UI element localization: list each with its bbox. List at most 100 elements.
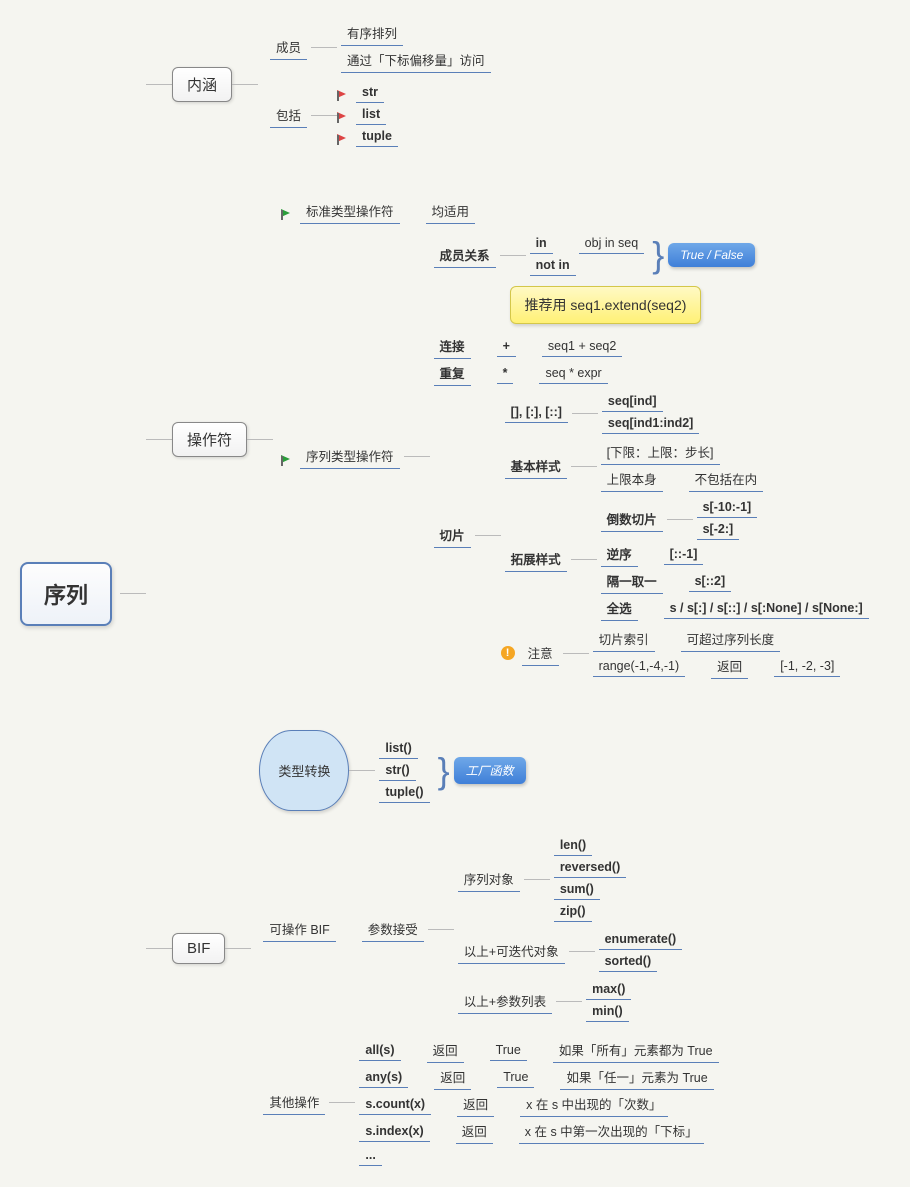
all-expr: s / s[:] / s[::] / s[:None] / s[None:]: [664, 599, 869, 619]
brace-icon: }: [652, 246, 664, 264]
typeconv-bubble: 类型转换: [259, 730, 349, 811]
branch-operators: 操作符 标准类型操作符 均适用 序列类型操作符 成员关系: [146, 198, 873, 680]
fn-len: len(): [554, 836, 592, 856]
other-ops-label: 其他操作: [263, 1090, 325, 1115]
basic-style-label: 基本样式: [505, 454, 567, 479]
other-op-row: ...: [355, 1146, 722, 1166]
upper-note: 不包括在内: [689, 467, 764, 492]
op-bif-label: 可操作 BIF: [263, 917, 335, 942]
other-op-desc: 如果「所有」元素都为 True: [553, 1038, 719, 1063]
member-subscript: 通过「下标偏移量」访问: [341, 48, 491, 73]
param-accept-label: 参数接受: [362, 917, 424, 942]
other-op-val: True: [490, 1041, 527, 1061]
flag-icon: [337, 131, 349, 143]
callout-recommend: 推荐用 seq1.extend(seq2): [510, 286, 702, 324]
other-op-desc: x 在 s 中出现的「次数」: [520, 1092, 667, 1117]
fn-enumerate: enumerate(): [599, 930, 683, 950]
other-op-val: True: [497, 1068, 534, 1088]
brace-icon: }: [438, 762, 450, 780]
other-op-desc: x 在 s 中第一次出现的「下标」: [519, 1119, 704, 1144]
fn-min: min(): [586, 1002, 629, 1022]
warn1a: 切片索引: [593, 627, 655, 652]
callout-truefalse: True / False: [668, 243, 755, 267]
other-op-name: s.index(x): [359, 1122, 429, 1142]
flag-icon: [281, 206, 293, 218]
concat-expr: seq1 + seq2: [542, 337, 622, 357]
typeconv-tuple: tuple(): [379, 783, 429, 803]
slice-label: 切片: [434, 523, 471, 548]
neg-slice-label: 倒数切片: [601, 507, 663, 532]
warn1b: 可超过序列长度: [681, 627, 781, 652]
mindmap-root: 序列 内涵 成员 有序排列 通过「下标偏移量」访问 包括: [20, 20, 890, 1167]
fn-max: max(): [586, 980, 631, 1000]
other-op-ret: 返回: [457, 1092, 494, 1117]
repeat-expr: seq * expr: [539, 364, 607, 384]
std-op-note: 均适用: [426, 199, 476, 224]
flag-icon: [337, 109, 349, 121]
topic-operators[interactable]: 操作符: [172, 422, 247, 457]
fn-reversed: reversed(): [554, 858, 626, 878]
topic-connotation[interactable]: 内涵: [172, 67, 232, 102]
topic-bif[interactable]: BIF: [172, 933, 225, 964]
other-op-row: s.count(x) 返回 x 在 s 中出现的「次数」: [355, 1092, 722, 1117]
member-rel-label: 成员关系: [434, 243, 496, 268]
warn2c: [-1, -2, -3]: [774, 657, 840, 677]
iter-label: 以上+可迭代对象: [458, 939, 565, 964]
alt-expr: s[::2]: [689, 572, 732, 592]
basic-note: [下限：上限：步长]: [601, 440, 720, 465]
fn-zip: zip(): [554, 902, 592, 922]
include-str: str: [356, 83, 384, 103]
other-op-name: any(s): [359, 1068, 408, 1088]
warning-icon: !: [501, 646, 515, 660]
callout-factory: 工厂函数: [454, 757, 526, 784]
member-ordered: 有序排列: [341, 21, 403, 46]
other-op-row: s.index(x) 返回 x 在 s 中第一次出现的「下标」: [355, 1119, 722, 1144]
other-op-desc: 如果「任一」元素为 True: [560, 1065, 713, 1090]
other-op-ret: 返回: [456, 1119, 493, 1144]
includes-label: 包括: [270, 103, 307, 128]
flag-icon: [281, 452, 293, 464]
other-op-ret: 返回: [434, 1065, 471, 1090]
other-op-row: any(s) 返回 True 如果「任一」元素为 True: [355, 1065, 722, 1090]
in-expr: obj in seq: [579, 234, 645, 254]
warn2a: range(-1,-4,-1): [593, 657, 686, 677]
ext-style-label: 拓展样式: [505, 547, 567, 572]
notin-label: not in: [530, 256, 576, 276]
fn-sum: sum(): [554, 880, 600, 900]
branches: 内涵 成员 有序排列 通过「下标偏移量」访问 包括 str: [146, 20, 873, 1167]
concat-label: 连接: [434, 334, 471, 359]
include-tuple: tuple: [356, 127, 398, 147]
typeconv-label: 类型转换: [278, 764, 330, 779]
repeat-op: *: [497, 364, 514, 384]
root-node[interactable]: 序列: [20, 562, 112, 626]
include-list: list: [356, 105, 386, 125]
other-ops-rows: all(s)返回True如果「所有」元素都为 Trueany(s)返回True如…: [355, 1037, 722, 1167]
fn-sorted: sorted(): [599, 952, 658, 972]
concat-op: +: [497, 337, 516, 357]
rev-expr: [::-1]: [664, 545, 704, 565]
slice-seqind: seq[ind]: [602, 392, 663, 412]
other-op-row: all(s)返回True如果「所有」元素都为 True: [355, 1038, 722, 1063]
seq-op-label: 序列类型操作符: [300, 444, 400, 469]
in-label: in: [530, 234, 553, 254]
alt-label: 隔一取一: [601, 569, 663, 594]
std-op-label: 标准类型操作符: [300, 199, 400, 224]
rev-label: 逆序: [601, 542, 638, 567]
all-label: 全选: [601, 596, 638, 621]
neg1: s[-10:-1]: [697, 498, 758, 518]
slice-syntax: [], [:], [::]: [505, 403, 568, 423]
neg2: s[-2:]: [697, 520, 740, 540]
seqobj-label: 序列对象: [458, 867, 520, 892]
branch-connotation: 内涵 成员 有序排列 通过「下标偏移量」访问 包括 str: [146, 20, 873, 148]
other-op-name: s.count(x): [359, 1095, 431, 1115]
repeat-label: 重复: [434, 361, 471, 386]
flag-icon: [337, 87, 349, 99]
slice-seqind2: seq[ind1:ind2]: [602, 414, 699, 434]
typeconv-str: str(): [379, 761, 415, 781]
other-op-ret: 返回: [427, 1038, 464, 1063]
warn2b: 返回: [711, 654, 748, 679]
upper-self: 上限本身: [601, 467, 663, 492]
typeconv-list: list(): [379, 739, 417, 759]
paramlist-label: 以上+参数列表: [458, 989, 552, 1014]
warn-label: 注意: [522, 641, 559, 666]
